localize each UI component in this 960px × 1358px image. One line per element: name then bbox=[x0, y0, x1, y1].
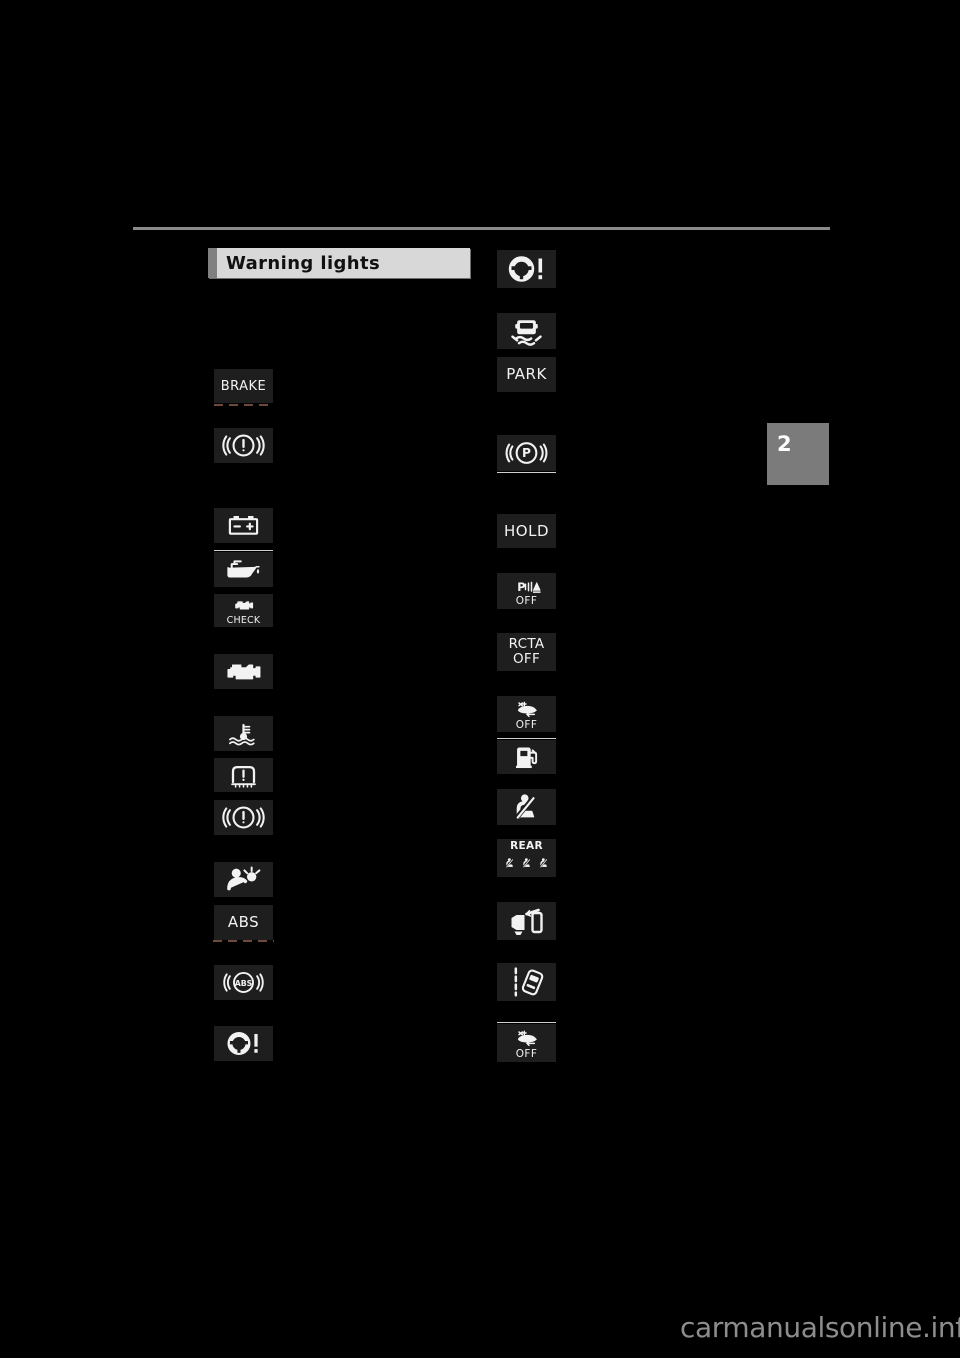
chapter-number-tab: 2 bbox=[767, 423, 829, 485]
separator-line-fuel bbox=[497, 738, 556, 739]
brake-hold-or-brake-warning bbox=[214, 800, 273, 835]
slip-indicator bbox=[497, 313, 556, 349]
low-tire-pressure-warning bbox=[214, 758, 273, 792]
brake-system-warning-symbol bbox=[214, 428, 273, 463]
lane-departure-alert-indicator bbox=[497, 963, 556, 1001]
low-fuel-level-warning bbox=[497, 740, 556, 774]
separator-line-brake bbox=[214, 404, 273, 406]
svg-text:ABS: ABS bbox=[235, 979, 253, 988]
page-title: Warning lights bbox=[226, 253, 381, 274]
high-engine-coolant-temperature-warning bbox=[214, 716, 273, 751]
malfunction-indicator-lamp bbox=[214, 654, 273, 689]
rear-seat-belt-reminder: REAR bbox=[497, 839, 556, 877]
abs-warning-symbol: ABS bbox=[214, 965, 273, 1000]
power-steering-warning bbox=[214, 1026, 273, 1061]
charging-system-warning bbox=[214, 508, 273, 543]
malfunction-indicator-check: CHECK bbox=[214, 594, 273, 627]
separator-line-lda bbox=[497, 1022, 556, 1023]
chapter-number: 2 bbox=[777, 432, 792, 456]
separator-line-oil bbox=[214, 550, 273, 551]
manual-page: Warning lights 2 carmanualsonline.info B… bbox=[0, 0, 960, 1358]
srs-airbag-warning bbox=[214, 862, 273, 897]
rcta-off-indicator: RCTA OFF bbox=[497, 633, 556, 671]
lda-off-indicator: OFF bbox=[497, 1024, 556, 1062]
parking-sensor-off-indicator: P OFF bbox=[497, 573, 556, 609]
section-accent-bar bbox=[208, 248, 217, 278]
pcs-warning bbox=[497, 902, 556, 940]
power-steering-warning-right bbox=[497, 250, 556, 288]
brake-system-warning-text: BRAKE bbox=[214, 369, 273, 403]
pcs-off-indicator: OFF bbox=[497, 696, 556, 732]
park-indicator: PARK bbox=[497, 357, 556, 392]
section-header: Warning lights bbox=[208, 248, 470, 278]
driver-seat-belt-reminder bbox=[497, 789, 556, 825]
header-divider-rule bbox=[133, 227, 830, 230]
brake-hold-indicator: HOLD bbox=[497, 514, 556, 548]
low-engine-oil-pressure-warning bbox=[214, 552, 273, 587]
electric-parking-brake-indicator: P bbox=[497, 435, 556, 471]
abs-warning-text: ABS bbox=[214, 905, 273, 940]
site-watermark: carmanualsonline.info bbox=[680, 1311, 960, 1344]
svg-text:P: P bbox=[517, 581, 525, 594]
svg-text:P: P bbox=[522, 446, 531, 460]
separator-line-abs bbox=[213, 940, 274, 942]
separator-line-epb bbox=[497, 472, 556, 473]
